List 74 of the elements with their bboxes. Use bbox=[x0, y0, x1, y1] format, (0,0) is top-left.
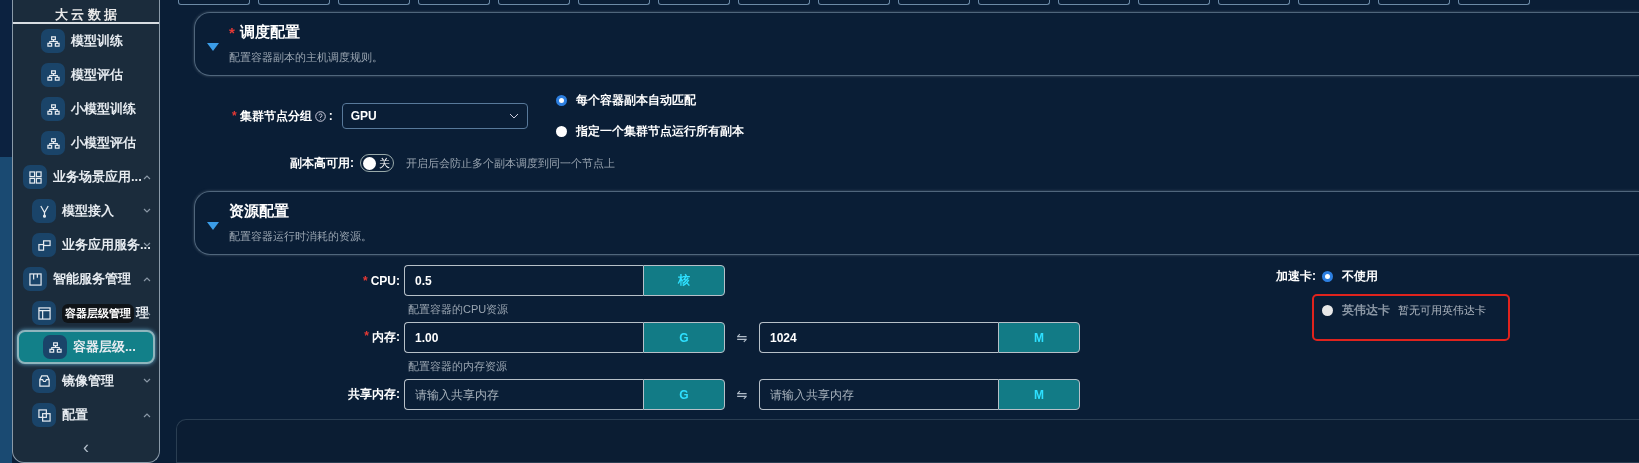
section-header[interactable]: 资源配置 配置容器运行时消耗的资源。 bbox=[194, 191, 1639, 255]
swap-icon: ⇋ bbox=[725, 387, 759, 402]
required-mark: * bbox=[364, 329, 369, 345]
caret-icon[interactable] bbox=[143, 310, 151, 316]
section-description: 配置容器副本的主机调度规则。 bbox=[229, 50, 383, 65]
field-label: 副本高可用: bbox=[290, 154, 354, 172]
sidebar-item[interactable]: 业务场景应用... bbox=[17, 160, 155, 194]
caret-icon[interactable] bbox=[143, 378, 151, 384]
caret-icon[interactable] bbox=[143, 174, 151, 180]
sidebar-item[interactable]: 小模型评估 bbox=[17, 126, 155, 160]
fork-icon bbox=[32, 199, 56, 223]
tooltip: 容器层级管理 bbox=[62, 303, 134, 323]
board-icon bbox=[23, 267, 47, 291]
radio-icon[interactable] bbox=[1322, 271, 1333, 282]
help-icon[interactable] bbox=[314, 110, 326, 122]
section-header[interactable]: * 调度配置 配置容器副本的主机调度规则。 bbox=[194, 12, 1639, 76]
caret-icon[interactable] bbox=[143, 276, 151, 282]
sidebar-item[interactable]: 小模型训练 bbox=[17, 92, 155, 126]
number-field[interactable]: 0.5 bbox=[404, 265, 643, 296]
radio-option[interactable]: 不使用 bbox=[1322, 268, 1378, 285]
field-label: 共享内存: bbox=[348, 386, 400, 403]
sitemap-icon bbox=[41, 29, 65, 53]
sidebar-item[interactable]: 模型评估 bbox=[17, 58, 155, 92]
sitemap-icon bbox=[43, 335, 67, 359]
node-group-dropdown[interactable]: GPU bbox=[341, 103, 528, 129]
hint-text: 配置容器的内存资源 bbox=[407, 358, 507, 374]
sitemap-icon bbox=[41, 131, 65, 155]
colon: : bbox=[328, 109, 333, 123]
required-mark: * bbox=[229, 24, 235, 41]
sidebar-item[interactable]: 配置 bbox=[17, 398, 155, 432]
sidebar-item[interactable]: 模型训练 bbox=[17, 24, 155, 58]
sidebar-item[interactable]: 智能服务管理 bbox=[17, 262, 155, 296]
note-text: 暂无可用英伟达卡 bbox=[1398, 303, 1486, 318]
layout-icon bbox=[32, 301, 56, 325]
caret-icon[interactable] bbox=[143, 208, 151, 214]
grid-icon bbox=[23, 165, 47, 189]
section-title: 调度配置 bbox=[239, 23, 300, 42]
caret-icon[interactable] bbox=[143, 412, 151, 418]
sidebar-item[interactable]: 业务应用服务... bbox=[17, 228, 155, 262]
chevron-down-icon bbox=[508, 113, 519, 119]
number-field[interactable]: 1.00 bbox=[404, 322, 643, 353]
copy-icon bbox=[32, 403, 56, 427]
triangle-icon[interactable] bbox=[207, 222, 219, 230]
radio-icon[interactable] bbox=[555, 95, 567, 106]
required-mark: * bbox=[363, 273, 368, 288]
sidebar-item[interactable]: 容器层级管理 理 bbox=[17, 296, 155, 330]
inbox-icon bbox=[32, 369, 56, 393]
sitemap-icon bbox=[41, 63, 65, 87]
section-title: 资源配置 bbox=[229, 202, 289, 221]
triangle-icon[interactable] bbox=[207, 43, 219, 51]
number-field[interactable]: 请输入共享内存 bbox=[759, 379, 998, 410]
sitemap-icon bbox=[41, 97, 65, 121]
toggle-switch[interactable]: 关 bbox=[360, 154, 394, 172]
hint-text: 配置容器的CPU资源 bbox=[407, 301, 509, 317]
radio-option[interactable]: 每个容器副本自动匹配 bbox=[555, 92, 744, 109]
swap-icon: ⇋ bbox=[725, 330, 759, 345]
sidebar-item[interactable]: 镜像管理 bbox=[17, 364, 155, 398]
required-mark: * bbox=[232, 109, 237, 123]
number-field[interactable]: 请输入共享内存 bbox=[404, 379, 643, 410]
radio-option[interactable]: 指定一个集群节点运行所有副本 bbox=[555, 123, 744, 140]
field-label: CPU: bbox=[370, 273, 400, 288]
logo-text: 大 云 数 据 bbox=[13, 0, 159, 24]
number-field[interactable]: 1024 bbox=[759, 322, 998, 353]
sidebar-item[interactable]: 容器层级... bbox=[17, 330, 155, 364]
radio-icon[interactable] bbox=[555, 126, 567, 137]
caret-icon[interactable] bbox=[143, 242, 151, 248]
field-label: 集群节点分组 bbox=[239, 107, 312, 125]
field-label: 内存: bbox=[372, 329, 400, 346]
sidebar-item[interactable]: 模型接入 bbox=[17, 194, 155, 228]
blocks-icon bbox=[32, 233, 56, 257]
field-label: 加速卡: bbox=[1276, 268, 1316, 285]
hint-text: 开启后会防止多个副本调度到同一个节点上 bbox=[406, 155, 615, 171]
collapse-button[interactable]: ‹ bbox=[13, 432, 159, 462]
section-description: 配置容器运行时消耗的资源。 bbox=[229, 229, 372, 244]
